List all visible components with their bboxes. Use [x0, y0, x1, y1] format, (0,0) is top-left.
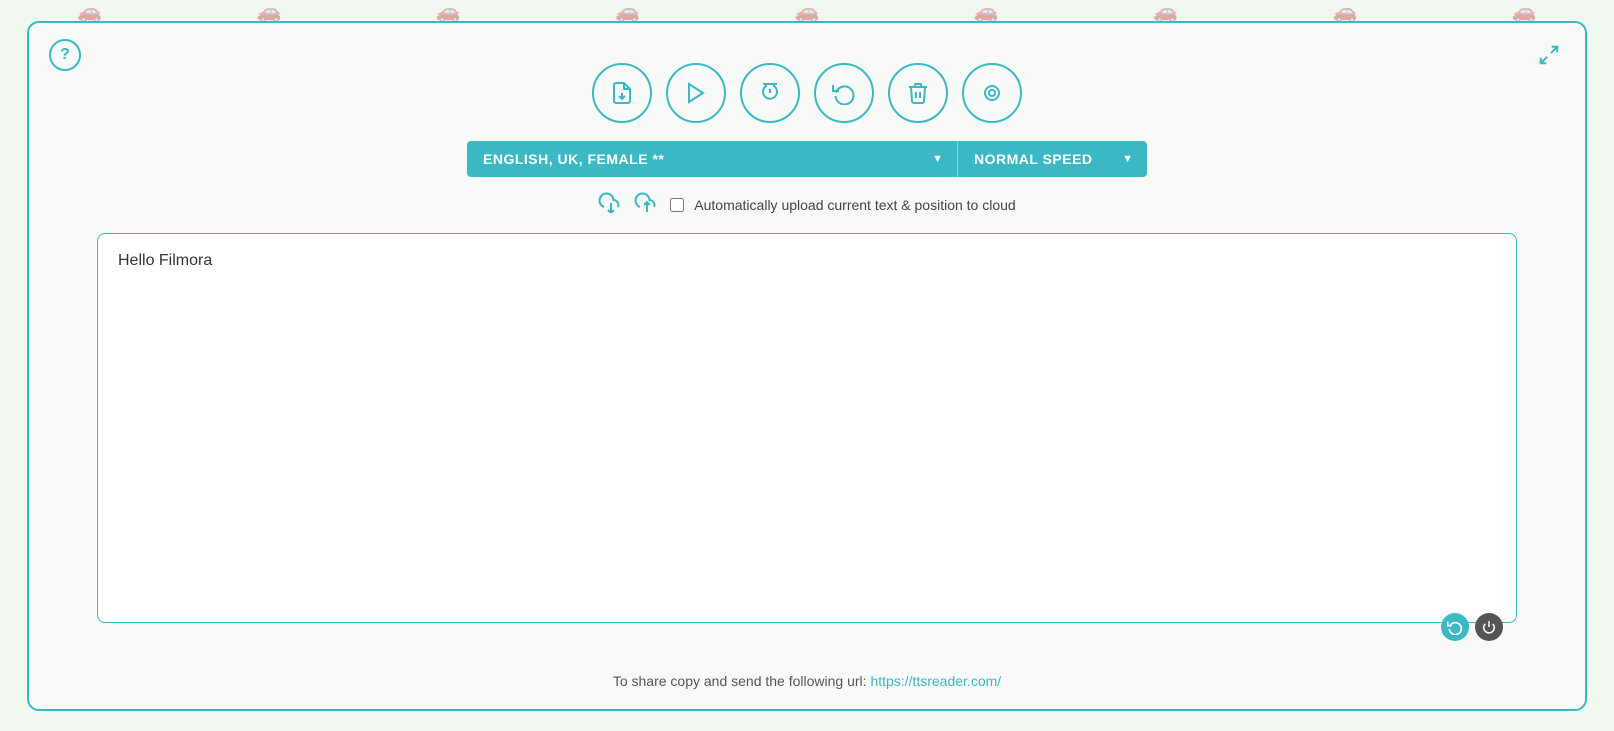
bg-icon-3: 🚗 — [436, 0, 461, 24]
cloud-download-icon — [598, 191, 624, 219]
delete-button[interactable] — [888, 63, 948, 123]
auto-upload-label[interactable]: Automatically upload current text & posi… — [694, 197, 1015, 213]
expand-button[interactable] — [1533, 39, 1565, 71]
timer-button[interactable] — [740, 63, 800, 123]
speed-select[interactable]: NORMAL SPEED SLOW SPEED FAST SPEED — [957, 141, 1147, 177]
text-input[interactable]: Hello Filmora — [97, 233, 1517, 623]
power-button[interactable] — [1475, 613, 1503, 641]
text-area-container: Hello Filmora — [97, 233, 1517, 651]
bg-icon-7: 🚗 — [1153, 0, 1178, 24]
voice-select-wrapper: ENGLISH, UK, FEMALE ** ENGLISH, US, MALE… — [467, 141, 957, 177]
bg-icon-2: 🚗 — [257, 0, 282, 24]
play-button[interactable] — [666, 63, 726, 123]
share-url-prefix: To share copy and send the following url… — [613, 673, 867, 689]
voice-select[interactable]: ENGLISH, UK, FEMALE ** ENGLISH, US, MALE… — [467, 141, 957, 177]
refresh-button[interactable] — [1441, 613, 1469, 641]
bg-icon-9: 🚗 — [1512, 0, 1537, 24]
cloud-upload-icon — [634, 191, 660, 219]
speed-select-wrapper: NORMAL SPEED SLOW SPEED FAST SPEED — [957, 141, 1147, 177]
auto-upload-checkbox[interactable] — [670, 198, 684, 212]
share-url-text: To share copy and send the following url… — [613, 673, 1001, 689]
cloud-row: Automatically upload current text & posi… — [598, 191, 1015, 219]
bg-icon-5: 🚗 — [795, 0, 820, 24]
bg-icon-4: 🚗 — [615, 0, 640, 24]
bg-icon-1: 🚗 — [77, 0, 102, 24]
import-button[interactable] — [592, 63, 652, 123]
background-decoration: 🚗 🚗 🚗 🚗 🚗 🚗 🚗 🚗 🚗 — [0, 0, 1614, 22]
bg-icon-6: 🚗 — [974, 0, 999, 24]
share-url-link[interactable]: https://ttsreader.com/ — [870, 673, 1001, 689]
reload-button[interactable] — [814, 63, 874, 123]
record-button[interactable] — [962, 63, 1022, 123]
help-button[interactable]: ? — [49, 39, 81, 71]
bg-icon-8: 🚗 — [1333, 0, 1358, 24]
dropdowns-row: ENGLISH, UK, FEMALE ** ENGLISH, US, MALE… — [467, 141, 1147, 177]
textarea-action-icons — [1441, 613, 1503, 641]
toolbar — [592, 63, 1022, 123]
main-panel: ? — [27, 21, 1587, 711]
